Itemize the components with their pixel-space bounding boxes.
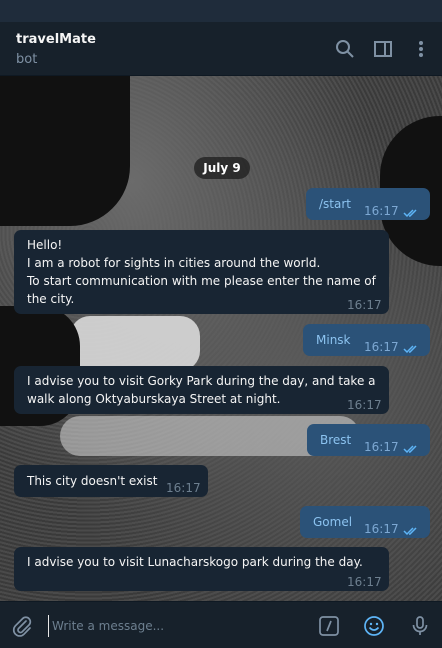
date-separator: July 9 — [194, 157, 250, 179]
double-check-icon — [403, 341, 421, 354]
message-outgoing[interactable]: Gomel 16:17 — [300, 506, 430, 538]
emoji-icon[interactable] — [362, 614, 386, 638]
sidebar-toggle-icon[interactable] — [372, 38, 394, 60]
message-outgoing[interactable]: Brest 16:17 — [307, 424, 430, 456]
message-text: This city doesn't exist — [27, 474, 158, 488]
chat-background[interactable]: July 9 /start 16:17 Hello! I am a robot … — [0, 76, 442, 601]
more-vertical-icon[interactable] — [410, 38, 432, 60]
message-outgoing[interactable]: /start 16:17 — [306, 188, 430, 220]
message-text: I advise you to visit Lunacharskogo park… — [27, 555, 363, 569]
background-photo-shape — [70, 316, 200, 371]
message-text: Brest — [320, 433, 352, 447]
message-text: Minsk — [316, 333, 351, 347]
background-photo-shape — [0, 76, 130, 226]
message-incoming[interactable]: Hello! I am a robot for sights in cities… — [14, 230, 389, 314]
message-outgoing[interactable]: Minsk 16:17 — [303, 324, 430, 356]
chat-title[interactable]: travelMate — [16, 32, 96, 47]
window-top-strip — [0, 0, 442, 22]
message-time: 16:17 — [364, 204, 399, 218]
message-text: Hello! I am a robot for sights in cities… — [27, 238, 376, 306]
message-composer — [0, 601, 442, 648]
search-icon[interactable] — [334, 38, 356, 60]
chat-status: bot — [16, 52, 38, 67]
message-time: 16:17 — [364, 340, 399, 354]
message-incoming[interactable]: I advise you to visit Gorky Park during … — [14, 366, 389, 414]
message-input[interactable] — [48, 615, 298, 637]
message-text: /start — [319, 197, 351, 211]
message-time: 16:17 — [347, 575, 382, 589]
message-text: I advise you to visit Gorky Park during … — [27, 374, 376, 406]
double-check-icon — [403, 205, 421, 218]
double-check-icon — [403, 523, 421, 536]
attach-icon[interactable] — [10, 614, 34, 638]
message-time: 16:17 — [364, 522, 399, 536]
double-check-icon — [403, 441, 421, 454]
message-text: Gomel — [313, 515, 353, 529]
chat-header: travelMate bot — [0, 22, 442, 76]
microphone-icon[interactable] — [408, 614, 432, 638]
message-time: 16:17 — [364, 440, 399, 454]
message-incoming[interactable]: This city doesn't exist 16:17 — [14, 465, 208, 497]
message-time: 16:17 — [347, 398, 382, 412]
message-incoming[interactable]: I advise you to visit Lunacharskogo park… — [14, 547, 389, 591]
message-time: 16:17 — [347, 298, 382, 312]
bot-commands-icon[interactable] — [317, 614, 341, 638]
message-time: 16:17 — [166, 481, 201, 495]
